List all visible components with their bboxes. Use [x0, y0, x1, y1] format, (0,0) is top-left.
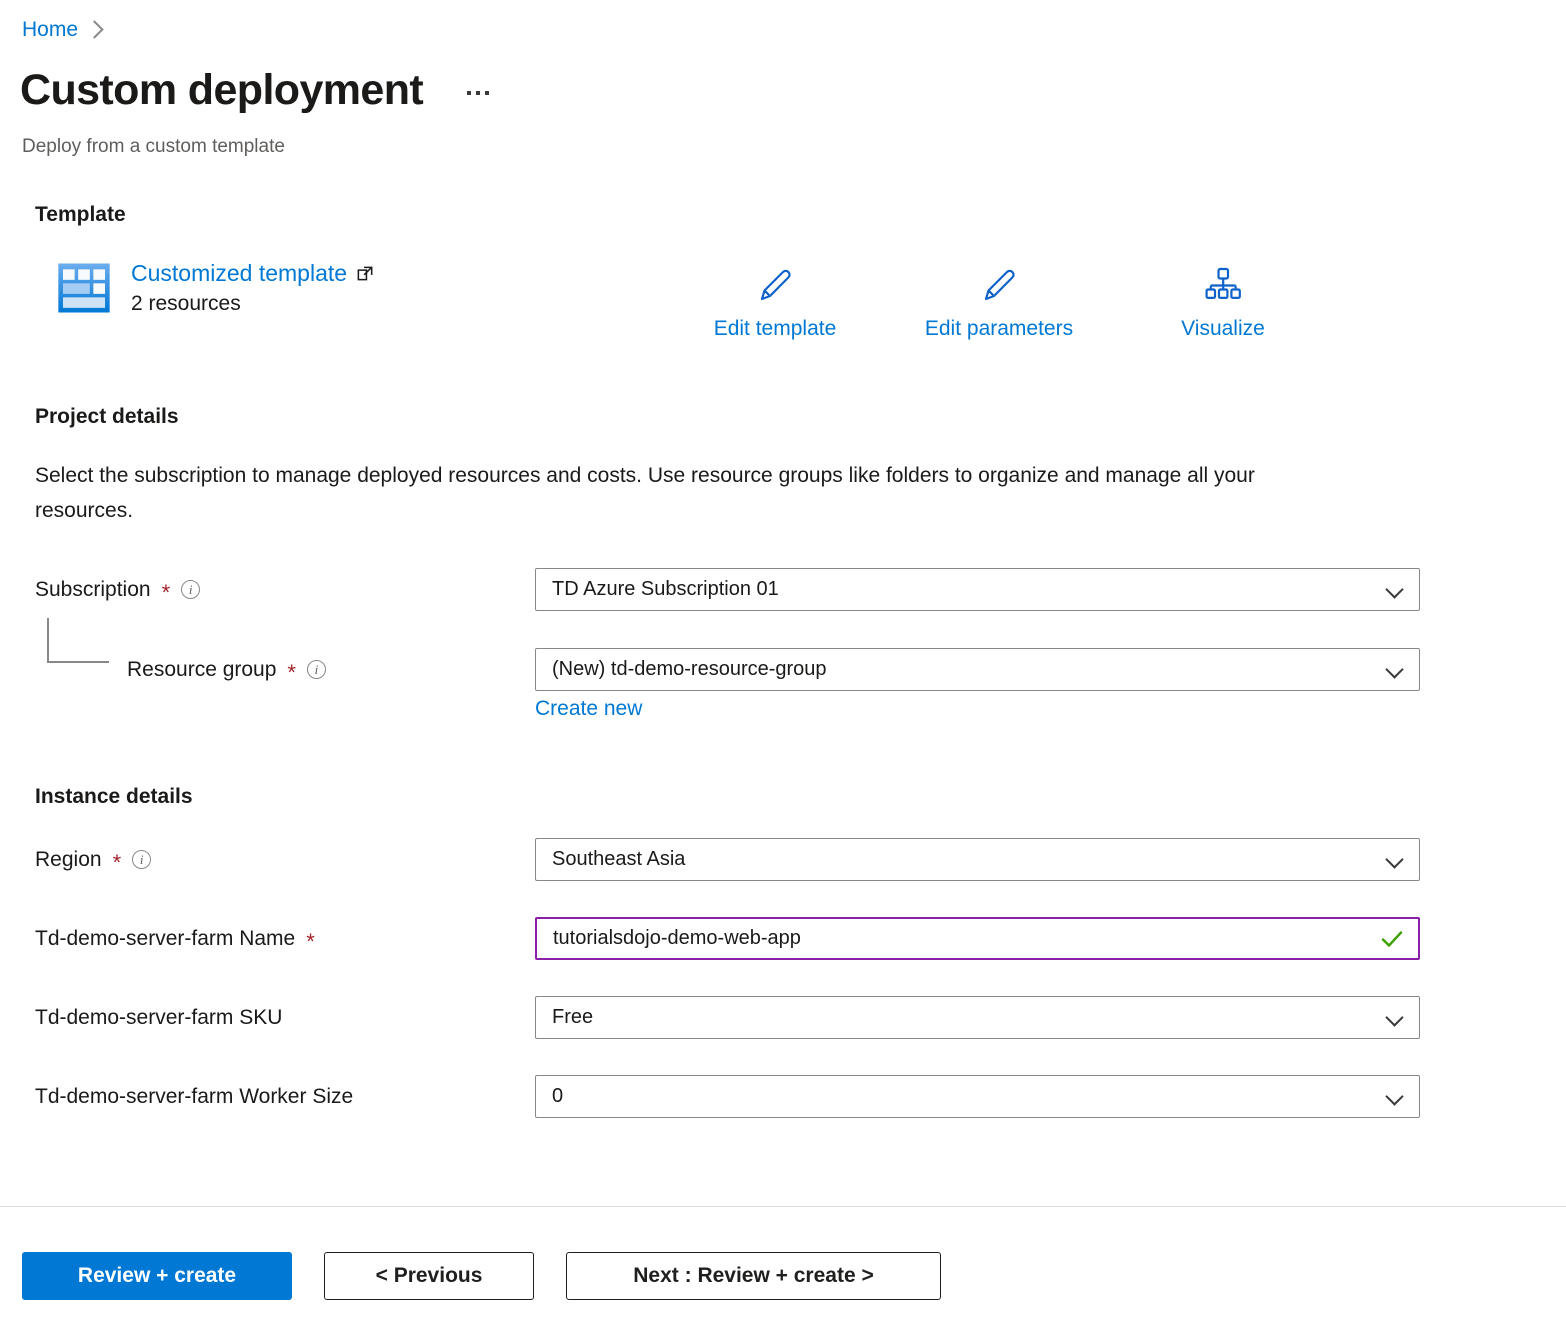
pencil-icon	[760, 269, 791, 301]
server-farm-sku-label: Td-demo-server-farm SKU	[35, 1005, 283, 1029]
template-summary: Customized template 2 resources	[56, 258, 375, 316]
edit-template-action[interactable]: Edit template	[700, 262, 850, 341]
resource-group-label-group: Resource group * i	[35, 648, 535, 691]
template-section-heading: Template	[35, 203, 126, 226]
template-resource-count: 2 resources	[131, 292, 241, 315]
template-actions: Edit template Edit parameters Visualize	[700, 262, 1298, 341]
review-create-button[interactable]: Review + create	[22, 1252, 292, 1300]
subscription-label: Subscription	[35, 577, 151, 601]
field-row-server-farm-sku: Td-demo-server-farm SKU Free	[35, 996, 1435, 1039]
server-farm-name-input[interactable]: tutorialsdojo-demo-web-app	[535, 917, 1420, 960]
visualize-action[interactable]: Visualize	[1148, 262, 1298, 341]
region-label: Region	[35, 847, 102, 871]
page-title-row: Custom deployment	[20, 66, 493, 114]
field-row-server-farm-worker-size: Td-demo-server-farm Worker Size 0	[35, 1075, 1435, 1118]
chevron-right-icon	[85, 20, 104, 39]
footer-actions: Review + create < Previous Next : Review…	[22, 1252, 941, 1300]
project-details-description: Select the subscription to manage deploy…	[35, 464, 1255, 523]
customized-template-link[interactable]: Customized template	[131, 260, 347, 287]
page-subtitle: Deploy from a custom template	[22, 136, 285, 157]
server-farm-worker-size-label: Td-demo-server-farm Worker Size	[35, 1084, 354, 1108]
required-marker: *	[112, 849, 122, 875]
resource-group-control: (New) td-demo-resource-group Create new	[535, 648, 1420, 721]
server-farm-sku-dropdown[interactable]: Free	[535, 996, 1420, 1039]
edit-template-label: Edit template	[713, 317, 837, 340]
ellipsis-dot	[476, 90, 481, 95]
resource-group-label: Resource group	[127, 657, 277, 681]
edit-parameters-action[interactable]: Edit parameters	[924, 262, 1074, 341]
subscription-dropdown[interactable]: TD Azure Subscription 01	[535, 568, 1420, 611]
subscription-label-group: Subscription * i	[35, 568, 535, 611]
region-control: Southeast Asia	[535, 838, 1420, 881]
region-label-group: Region * i	[35, 838, 535, 881]
info-icon[interactable]: i	[306, 660, 326, 679]
next-review-create-button[interactable]: Next : Review + create >	[566, 1252, 941, 1300]
subscription-control: TD Azure Subscription 01	[535, 568, 1420, 611]
region-dropdown[interactable]: Southeast Asia	[535, 838, 1420, 881]
external-link-icon[interactable]	[356, 264, 375, 283]
hierarchy-icon	[1205, 267, 1241, 299]
server-farm-name-label: Td-demo-server-farm Name	[35, 926, 296, 950]
project-details-heading: Project details	[35, 405, 179, 428]
visualize-label: Visualize	[1181, 317, 1265, 340]
pencil-icon	[984, 269, 1015, 301]
field-row-subscription: Subscription * i TD Azure Subscription 0…	[35, 568, 1435, 611]
breadcrumb: Home	[22, 18, 104, 42]
create-new-resource-group-link[interactable]: Create new	[535, 697, 642, 721]
server-farm-worker-size-label-group: Td-demo-server-farm Worker Size	[35, 1075, 535, 1118]
field-row-resource-group: Resource group * i (New) td-demo-resourc…	[35, 648, 1435, 721]
resource-group-dropdown[interactable]: (New) td-demo-resource-group	[535, 648, 1420, 691]
server-farm-worker-size-dropdown[interactable]: 0	[535, 1075, 1420, 1118]
previous-button[interactable]: < Previous	[324, 1252, 534, 1300]
info-icon[interactable]: i	[181, 580, 201, 599]
template-grid-icon	[58, 263, 110, 313]
breadcrumb-home-link[interactable]: Home	[22, 18, 78, 42]
info-icon[interactable]: i	[132, 850, 152, 869]
footer-divider	[0, 1206, 1566, 1207]
required-marker: *	[287, 659, 296, 685]
ellipsis-dot	[485, 90, 490, 95]
page-title: Custom deployment	[20, 66, 424, 114]
server-farm-worker-size-control: 0	[535, 1075, 1420, 1118]
instance-details-heading: Instance details	[35, 785, 193, 808]
server-farm-sku-label-group: Td-demo-server-farm SKU	[35, 996, 535, 1039]
server-farm-name-control: tutorialsdojo-demo-web-app	[535, 917, 1420, 960]
field-row-server-farm-name: Td-demo-server-farm Name * tutorialsdojo…	[35, 917, 1435, 960]
ellipsis-dot	[467, 90, 472, 95]
field-row-region: Region * i Southeast Asia	[35, 838, 1435, 881]
required-marker: *	[306, 928, 315, 954]
edit-parameters-label: Edit parameters	[924, 317, 1074, 340]
ellipsis-icon[interactable]	[463, 81, 493, 101]
server-farm-name-label-group: Td-demo-server-farm Name *	[35, 917, 535, 960]
required-marker: *	[161, 579, 171, 605]
server-farm-sku-control: Free	[535, 996, 1420, 1039]
